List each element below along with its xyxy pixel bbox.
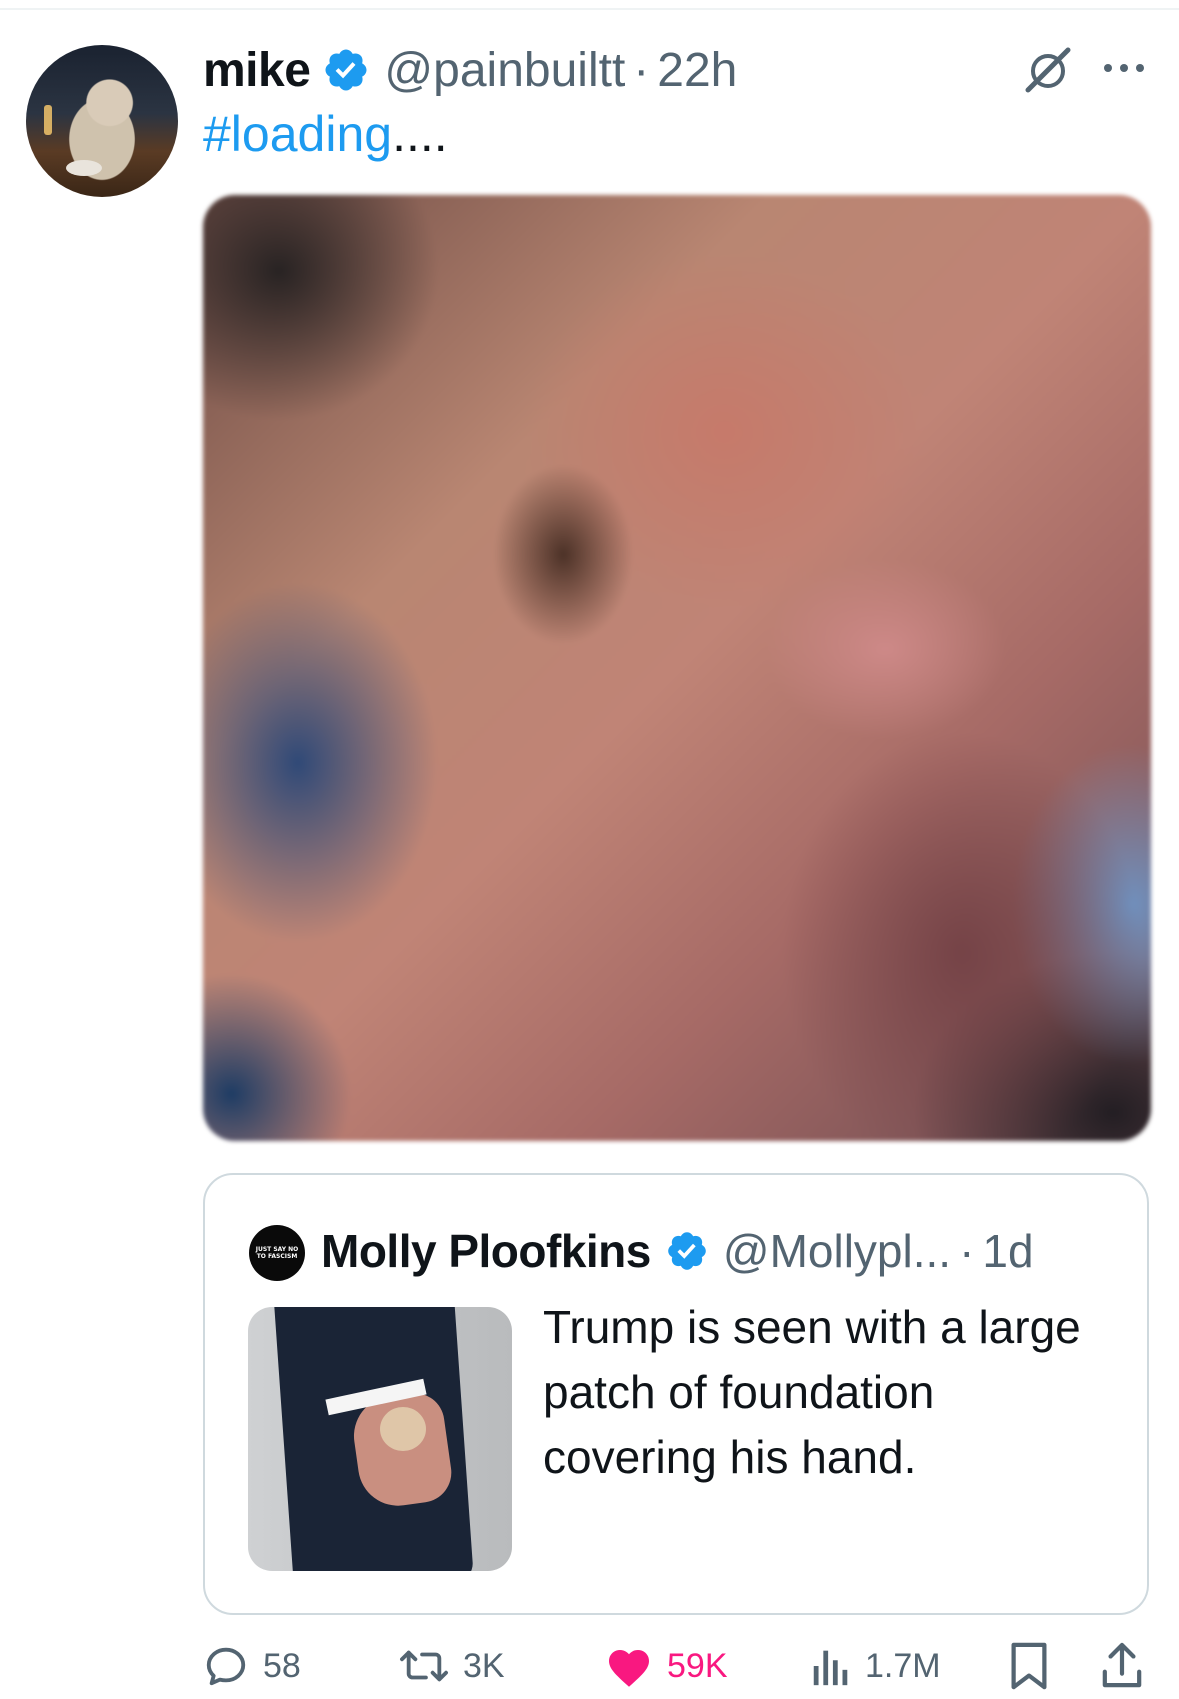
quoted-tweet-card[interactable]: JUST SAY NO TO FASCISM Molly Ploofkins @… — [203, 1173, 1149, 1615]
verified-badge-icon[interactable] — [322, 46, 370, 94]
verified-badge-icon[interactable] — [665, 1229, 709, 1273]
quoted-tweet-text: Trump is seen with a large patch of foun… — [543, 1301, 1081, 1483]
reply-count: 58 — [263, 1646, 301, 1685]
hashtag-link[interactable]: #loading — [203, 106, 392, 162]
quoted-author-avatar[interactable]: JUST SAY NO TO FASCISM — [249, 1225, 305, 1281]
top-divider — [0, 8, 1179, 10]
tweet-text-rest: .... — [392, 106, 448, 162]
heart-icon — [609, 1650, 649, 1687]
share-button[interactable] — [1101, 1638, 1143, 1694]
author-avatar[interactable] — [26, 45, 178, 197]
retweet-count: 3K — [463, 1646, 505, 1685]
quoted-tweet-header: Molly Ploofkins @Mollypl... · 1d — [321, 1219, 1034, 1283]
separator-dot: · — [959, 1225, 975, 1277]
reply-button[interactable]: 58 — [203, 1638, 301, 1694]
reply-icon — [206, 1647, 246, 1686]
tweet-media-image[interactable] — [203, 195, 1151, 1141]
avatar-text-line-2: TO FASCISM — [256, 1253, 298, 1260]
grok-icon[interactable] — [1022, 44, 1074, 96]
avatar-lamp — [44, 105, 52, 135]
quoted-author-display-name[interactable]: Molly Ploofkins — [321, 1224, 651, 1278]
views-icon — [813, 1650, 848, 1686]
bookmark-icon — [1011, 1642, 1047, 1690]
tweet-text: #loading.... — [203, 105, 448, 163]
quoted-author-handle[interactable]: @Mollypl... — [723, 1224, 951, 1278]
more-icon[interactable] — [1100, 60, 1148, 76]
like-button[interactable]: 59K — [605, 1638, 728, 1694]
tweet-timestamp[interactable]: 22h — [657, 43, 737, 98]
retweet-icon — [400, 1650, 448, 1682]
avatar-plate — [66, 160, 102, 176]
quoted-tweet-timestamp[interactable]: 1d — [982, 1224, 1033, 1278]
tweet-header: mike @painbuiltt · 22h — [203, 40, 737, 100]
avatar-text-line-1: JUST SAY NO — [255, 1246, 299, 1253]
like-count: 59K — [667, 1646, 728, 1685]
image-foundation-patch — [380, 1407, 426, 1451]
retweet-button[interactable]: 3K — [399, 1638, 505, 1694]
views-count: 1.7M — [865, 1646, 941, 1685]
separator-dot: · — [633, 43, 650, 97]
quoted-tweet-image[interactable] — [248, 1307, 512, 1571]
author-display-name[interactable]: mike — [203, 43, 311, 98]
action-bar: 58 3K 59K 1.7M — [203, 1638, 1159, 1694]
author-handle[interactable]: @painbuiltt — [384, 43, 625, 98]
bookmark-button[interactable] — [1009, 1638, 1049, 1694]
share-icon — [1102, 1642, 1142, 1688]
views-button[interactable]: 1.7M — [811, 1638, 941, 1694]
